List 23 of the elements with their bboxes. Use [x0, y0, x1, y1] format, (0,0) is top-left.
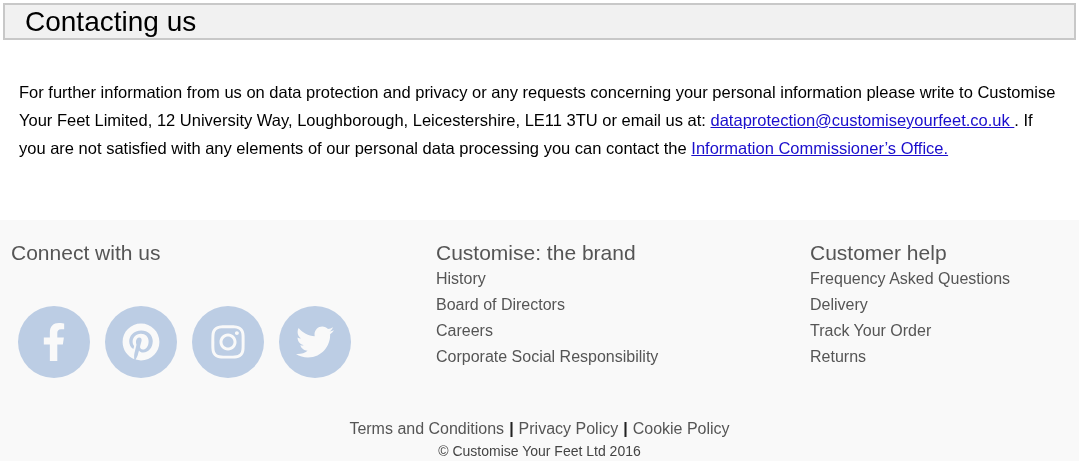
- instagram-icon: [209, 323, 247, 361]
- footer-link[interactable]: Frequency Asked Questions: [810, 266, 1011, 292]
- link-separator: |: [623, 419, 628, 439]
- footer-link[interactable]: Careers: [436, 318, 493, 344]
- copyright-text: © Customise Your Feet Ltd 2016: [438, 442, 641, 461]
- link-separator: |: [509, 419, 514, 439]
- footer-link[interactable]: Delivery: [810, 292, 868, 318]
- pinterest-icon: [122, 323, 160, 361]
- footer-heading: Customise: the brand: [436, 240, 637, 266]
- legal-link[interactable]: Terms and Conditions: [349, 417, 505, 441]
- section-heading: Contacting us: [3, 3, 1076, 40]
- footer-link[interactable]: Board of Directors: [436, 292, 565, 318]
- footer-link[interactable]: Returns: [810, 344, 867, 370]
- footer-heading: Connect with us: [11, 240, 162, 266]
- legal-link[interactable]: Privacy Policy: [518, 417, 619, 441]
- paragraph-link[interactable]: dataprotection@customiseyourfeet.co.uk: [710, 111, 1015, 129]
- paragraph-link[interactable]: Information Commissioner’s Office.: [691, 139, 949, 157]
- footer-link[interactable]: Track Your Order: [810, 318, 932, 344]
- footer-link[interactable]: History: [436, 266, 486, 292]
- legal-link[interactable]: Cookie Policy: [632, 417, 730, 441]
- contact-paragraph: For further information from us on data protection and privacy or any requests concerning your personal information please write to Customise Your Feet Limited, 12 University Way, Loughborough, Leicestershire, LE11 3TU or email us at: dataprotection@customiseyourfeet.co.uk . If you are not satisfied with any elements of our personal data processing you can contact the Information Commissioner’s Office.: [18, 82, 1057, 159]
- footer-link[interactable]: Corporate Social Responsibility: [436, 344, 659, 370]
- footer-heading: Customer help: [810, 240, 948, 266]
